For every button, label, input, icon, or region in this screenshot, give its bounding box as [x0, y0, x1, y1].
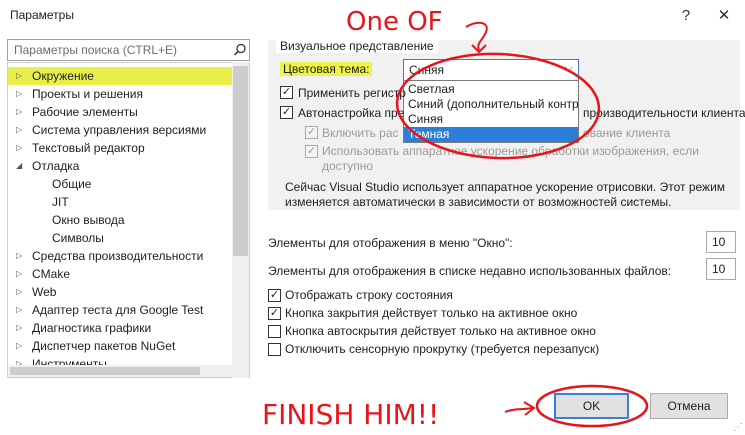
hw-accel-label-cont: доступно — [322, 159, 374, 173]
close-icon[interactable]: ✕ — [710, 4, 738, 28]
auto-adjust-checkbox[interactable]: ✓ — [280, 106, 293, 119]
tree-item-text-editor[interactable]: ▷ Текстовый редактор — [8, 139, 236, 157]
tree-item-nuget[interactable]: ▷ Диспетчер пакетов NuGet — [8, 337, 236, 355]
color-theme-label: Цветовая тема: — [280, 62, 373, 76]
hw-accel-label: Использовать аппаратное ускорение обрабо… — [322, 144, 699, 158]
hw-accel-checkbox[interactable]: ✓ — [305, 145, 318, 158]
collapse-icon: ◢ — [16, 161, 23, 170]
expand-icon: ▷ — [16, 143, 23, 152]
tree-item-perf-tools[interactable]: ▷ Средства производительности — [8, 247, 236, 265]
expand-icon: ▷ — [16, 341, 23, 350]
tree-item-cmake[interactable]: ▷ CMake — [8, 265, 236, 283]
close-active-label: Кнопка закрытия действует только на акти… — [285, 306, 578, 320]
tree-item-symbols[interactable]: Символы — [8, 229, 236, 247]
theme-option-light[interactable]: Светлая — [404, 82, 578, 97]
enable-rich-label-tail: ование клиента — [583, 126, 671, 140]
search-input[interactable]: Параметры поиска (CTRL+E) — [7, 39, 250, 61]
visual-group-title: Визуальное представление — [276, 39, 438, 53]
color-theme-select[interactable]: Синяя ⌵ — [403, 59, 579, 81]
tree-item-jit[interactable]: JIT — [8, 193, 236, 211]
expand-icon: ▷ — [16, 89, 23, 98]
autohide-active-label: Кнопка автоскрытия действует только на а… — [285, 324, 596, 338]
expand-icon: ▷ — [16, 125, 23, 134]
expand-icon: ▷ — [16, 287, 23, 296]
expand-icon: ▷ — [16, 107, 23, 116]
window-title: Параметры — [10, 8, 74, 22]
search-placeholder: Параметры поиска (CTRL+E) — [14, 43, 178, 57]
mru-items-input[interactable]: 10 — [706, 258, 736, 280]
theme-option-blue[interactable]: Синяя — [404, 112, 578, 127]
options-tree: ▷ Окружение ▷ Проекты и решения ▷ Рабочие э… — [7, 62, 250, 378]
status-bar-label: Отображать строку состояния — [285, 288, 453, 302]
ok-button[interactable]: OK — [554, 393, 629, 419]
chevron-down-icon: ⌵ — [564, 62, 573, 74]
info-text-line1: Сейчас Visual Studio использует аппаратн… — [285, 180, 726, 194]
color-theme-value: Синяя — [409, 63, 444, 77]
tree-item-google-test[interactable]: ▷ Адаптер теста для Google Test — [8, 301, 236, 319]
auto-adjust-label-tail: производительности клиента — [583, 106, 745, 120]
theme-option-blue-extra-contrast[interactable]: Синий (дополнительный контр — [404, 97, 578, 112]
help-icon[interactable]: ? — [672, 4, 700, 28]
tree-item-environment[interactable]: ▷ Окружение — [8, 67, 236, 85]
auto-adjust-label: Автонастройка пре — [298, 106, 405, 120]
close-active-checkbox[interactable]: ✓ — [268, 307, 281, 320]
tree-item-projects[interactable]: ▷ Проекты и решения — [8, 85, 236, 103]
mru-items-label: Элементы для отображения в списке недавн… — [268, 264, 672, 278]
window-menu-items-input[interactable]: 10 — [706, 231, 736, 253]
touch-scroll-checkbox[interactable] — [268, 343, 281, 356]
tree-scroll-thumb[interactable] — [233, 66, 248, 256]
resize-grip-icon[interactable]: ⋰ — [733, 422, 743, 433]
expand-icon: ▷ — [16, 305, 23, 314]
apply-register-label: Применить регистр — [298, 86, 406, 100]
expand-icon: ▷ — [16, 269, 23, 278]
autohide-active-checkbox[interactable] — [268, 325, 281, 338]
enable-rich-checkbox[interactable]: ✓ — [305, 126, 318, 139]
tree-item-debugging[interactable]: ◢ Отладка — [8, 157, 236, 175]
annotation-arrowhead-ok — [523, 401, 536, 416]
apply-register-checkbox[interactable]: ✓ — [280, 86, 293, 99]
title-bar — [0, 0, 745, 32]
theme-option-dark[interactable]: Темная — [404, 127, 578, 142]
annotation-arrow-ok — [504, 407, 533, 413]
tree-item-web[interactable]: ▷ Web — [8, 283, 236, 301]
color-theme-dropdown: Светлая Синий (дополнительный контр Синя… — [403, 80, 579, 143]
info-text-line2: изменяется автоматически в зависимости о… — [285, 195, 672, 209]
tree-item-partial[interactable]: ▷ Инструменты ... — [8, 355, 236, 365]
enable-rich-label: Включить рас — [322, 126, 399, 140]
tree-item-source-control[interactable]: ▷ Система управления версиями — [8, 121, 236, 139]
cancel-button[interactable]: Отмена — [650, 393, 728, 419]
expand-icon: ▷ — [16, 71, 23, 80]
touch-scroll-label: Отключить сенсорную прокрутку (требуется… — [285, 342, 600, 356]
tree-item-work-items[interactable]: ▷ Рабочие элементы — [8, 103, 236, 121]
window-menu-items-label: Элементы для отображения в меню "Окно": — [268, 236, 513, 250]
expand-icon: ▷ — [16, 359, 23, 365]
annotation-finish-him: FINISH HIM!! — [262, 398, 439, 431]
tree-item-general[interactable]: Общие — [8, 175, 236, 193]
tree-item-output-window[interactable]: Окно вывода — [8, 211, 236, 229]
tree-item-graphics-diagnostics[interactable]: ▷ Диагностика графики — [8, 319, 236, 337]
search-icon — [233, 43, 246, 56]
expand-icon: ▷ — [16, 323, 23, 332]
status-bar-checkbox[interactable]: ✓ — [268, 289, 281, 302]
expand-icon: ▷ — [16, 251, 23, 260]
tree-hscroll-thumb[interactable] — [10, 367, 200, 375]
